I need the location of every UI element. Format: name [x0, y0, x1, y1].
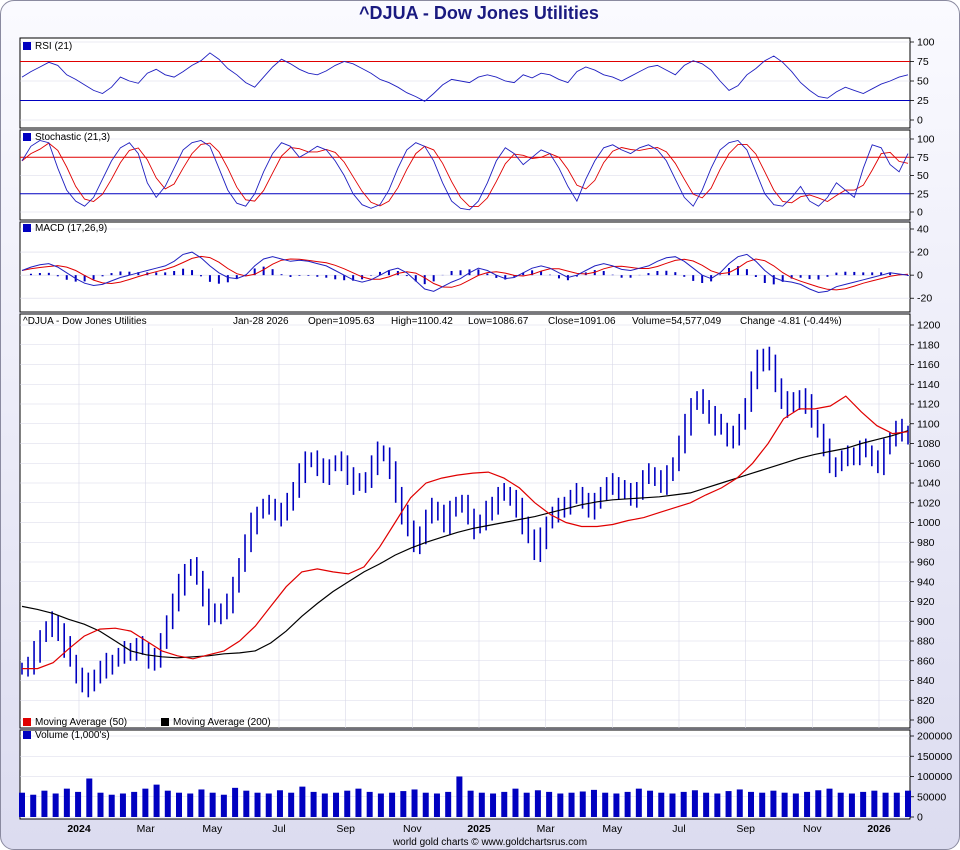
x-tick-label: May [602, 823, 623, 835]
price-tick-label: 900 [917, 616, 935, 628]
x-tick-label: 2025 [467, 823, 491, 835]
x-tick-label: Sep [736, 823, 755, 835]
macd-tick-label: -20 [917, 293, 932, 305]
stochastic-tick-label: 50 [917, 170, 929, 182]
x-tick-label: 2026 [867, 823, 891, 835]
rsi-tick-label: 0 [917, 115, 923, 127]
stochastic-panel-frame [19, 129, 911, 221]
price-tick-label: 1140 [917, 379, 940, 391]
x-tick-label: Mar [137, 823, 156, 835]
volume-panel-frame [19, 729, 911, 820]
price-tick-label: 1040 [917, 478, 941, 490]
price-tick-label: 1180 [917, 339, 940, 351]
x-tick-label: Nov [403, 823, 422, 835]
x-tick-label: Mar [537, 823, 556, 835]
stochastic-legend-swatch [23, 133, 31, 141]
volume-tick-label: 50000 [917, 791, 946, 803]
volume-tick-label: 200000 [917, 731, 952, 743]
chart-canvas: 0 25 50 75 100 0 25 50 75 100 -20 0 20 40 800 820 840… [19, 37, 952, 848]
info-symbol: ^DJUA - Dow Jones Utilities [23, 316, 147, 327]
stochastic-tick-label: 100 [917, 134, 935, 146]
ma50-legend: Moving Average (50) [35, 717, 127, 728]
rsi-tick-label: 50 [917, 76, 929, 88]
price-tick-label: 1100 [917, 418, 940, 430]
info-open: Open=1095.63 [308, 316, 375, 327]
macd-tick-label: 20 [917, 247, 929, 259]
rsi-tick-label: 25 [917, 95, 929, 107]
stochastic-tick-label: 25 [917, 188, 929, 200]
info-date: Jan-28 2026 [233, 316, 289, 327]
ma200-legend-swatch [161, 718, 169, 726]
ma50-legend-swatch [23, 718, 31, 726]
price-tick-label: 920 [917, 596, 935, 608]
volume-legend: Volume (1,000's) [35, 730, 110, 741]
rsi-tick-label: 100 [917, 37, 935, 49]
price-tick-label: 940 [917, 576, 935, 588]
price-tick-label: 1120 [917, 399, 940, 411]
info-close: Close=1091.06 [548, 316, 616, 327]
x-tick-label: Jul [272, 823, 285, 835]
rsi-tick-label: 75 [917, 56, 929, 68]
footer-credit: world gold charts © www.goldchartsrus.co… [392, 837, 587, 848]
x-tick-label: 2024 [67, 823, 91, 835]
info-change: Change -4.81 (-0.44%) [740, 316, 842, 327]
volume-tick-label: 0 [917, 812, 923, 824]
macd-legend: MACD (17,26,9) [35, 223, 107, 234]
rsi-panel-frame [19, 37, 911, 129]
stochastic-tick-label: 0 [917, 207, 923, 219]
stochastic-tick-label: 75 [917, 152, 929, 164]
x-tick-label: Jul [672, 823, 685, 835]
rsi-legend: RSI (21) [35, 41, 72, 52]
info-low: Low=1086.67 [468, 316, 529, 327]
price-tick-label: 840 [917, 675, 935, 687]
x-tick-label: Nov [803, 823, 822, 835]
price-tick-label: 880 [917, 636, 935, 648]
price-tick-label: 1060 [917, 458, 941, 470]
x-tick-label: Sep [336, 823, 355, 835]
price-tick-label: 800 [917, 715, 935, 727]
price-tick-label: 980 [917, 537, 935, 549]
price-tick-label: 1080 [917, 438, 941, 450]
volume-tick-label: 150000 [917, 751, 952, 763]
volume-legend-swatch [23, 731, 31, 739]
price-tick-label: 860 [917, 655, 935, 667]
macd-tick-label: 0 [917, 270, 923, 282]
price-tick-label: 960 [917, 557, 935, 569]
price-tick-label: 1020 [917, 497, 941, 509]
volume-tick-label: 100000 [917, 771, 952, 783]
info-volume: Volume=54,577,049 [632, 316, 722, 327]
price-tick-label: 820 [917, 695, 935, 707]
macd-legend-swatch [23, 224, 31, 232]
price-panel-frame [19, 313, 911, 729]
x-tick-label: May [202, 823, 223, 835]
rsi-legend-swatch [23, 42, 31, 50]
stochastic-legend: Stochastic (21,3) [35, 132, 110, 143]
macd-tick-label: 40 [917, 224, 929, 236]
price-tick-label: 1000 [917, 517, 941, 529]
price-tick-label: 1200 [917, 320, 941, 332]
panels [19, 37, 911, 820]
price-tick-label: 1160 [917, 359, 940, 371]
ma200-legend: Moving Average (200) [173, 717, 271, 728]
info-high: High=1100.42 [391, 316, 453, 327]
